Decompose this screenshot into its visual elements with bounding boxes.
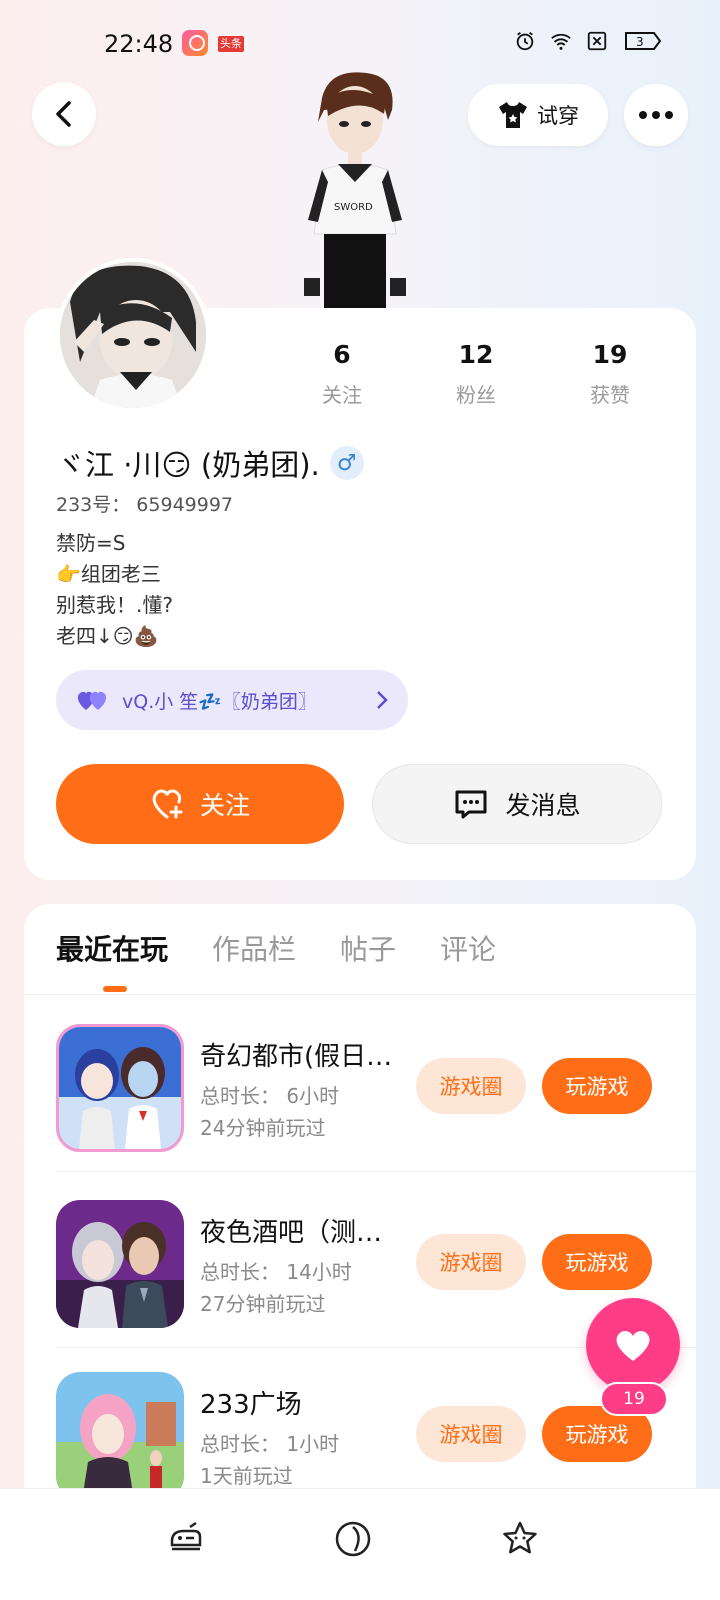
status-icons: 3	[514, 30, 662, 52]
double-heart-icon	[77, 691, 107, 710]
status-bar: 22:48 头条 3	[0, 0, 720, 80]
svg-text:SWORD: SWORD	[334, 202, 373, 213]
globe-icon[interactable]	[333, 1519, 373, 1559]
message-button[interactable]: 发消息	[372, 764, 662, 844]
user-id[interactable]: 233号： 65949997	[56, 490, 233, 517]
stat-likes-value: 19	[592, 340, 628, 369]
tshirt-icon	[499, 102, 527, 128]
sim-off-icon	[587, 31, 607, 51]
male-icon: ♂	[329, 446, 364, 480]
game-row[interactable]: 奇幻都市(假日… 总时长： 6小时 24分钟前玩过 游戏圈 玩游戏	[24, 996, 696, 1172]
stat-fans[interactable]: 12 粉丝	[426, 340, 526, 408]
divider	[24, 994, 696, 995]
stat-following-value: 6	[333, 340, 351, 369]
group-tag[interactable]: vQ.小 笙💤〖奶弟团〗	[56, 670, 408, 730]
more-button[interactable]	[624, 84, 688, 146]
group-tag-label: vQ.小 笙💤〖奶弟团〗	[122, 690, 317, 713]
news-app-icon: 头条	[218, 36, 244, 52]
chevron-right-icon	[377, 691, 388, 709]
stat-fans-label: 粉丝	[456, 383, 496, 407]
game-duration: 总时长： 14小时	[200, 1260, 352, 1284]
bio-line: 👉组团老三	[56, 562, 161, 586]
app-notification-icon	[182, 30, 208, 56]
bottom-nav	[0, 1488, 720, 1600]
game-circle-button[interactable]: 游戏圈	[416, 1234, 526, 1290]
play-game-button[interactable]: 玩游戏	[542, 1234, 652, 1290]
like-button[interactable]	[586, 1298, 680, 1392]
heart-icon	[616, 1330, 650, 1361]
try-on-label: 试穿	[537, 104, 579, 128]
game-icon[interactable]	[56, 1200, 184, 1328]
avatar[interactable]	[56, 258, 210, 412]
game-duration: 总时长： 6小时	[200, 1084, 340, 1108]
game-title: 233广场	[200, 1390, 302, 1420]
game-last-played: 27分钟前玩过	[200, 1292, 326, 1316]
game-last-played: 1天前玩过	[200, 1464, 293, 1488]
stat-likes[interactable]: 19 获赞	[560, 340, 660, 408]
like-count-badge: 19	[600, 1382, 668, 1416]
stat-likes-label: 获赞	[590, 383, 630, 407]
star-face-icon[interactable]	[500, 1519, 540, 1559]
game-title: 夜色酒吧（测…	[200, 1218, 383, 1248]
back-arrow-icon	[56, 101, 71, 127]
tab-indicator	[103, 986, 127, 992]
game-title: 奇幻都市(假日…	[200, 1042, 393, 1072]
follow-button[interactable]: 关注	[56, 764, 344, 844]
tab-bar: 最近在玩 作品栏 帖子 评论	[56, 928, 496, 968]
bio-line: 老四↓😏💩	[56, 624, 159, 648]
more-dots-icon	[639, 111, 673, 119]
heart-plus-icon	[152, 789, 183, 819]
tab-posts[interactable]: 帖子	[340, 928, 396, 968]
tab-recent[interactable]: 最近在玩	[56, 928, 168, 968]
wifi-icon	[551, 33, 571, 50]
game-last-played: 24分钟前玩过	[200, 1116, 326, 1140]
username: ヾ江 ·川😏 (奶弟团).	[56, 448, 320, 482]
game-circle-button[interactable]: 游戏圈	[416, 1406, 526, 1462]
back-button[interactable]	[32, 82, 96, 146]
game-icon[interactable]	[56, 1024, 184, 1152]
message-label: 发消息	[505, 791, 581, 820]
svg-text:3: 3	[636, 35, 644, 49]
alarm-icon	[516, 31, 534, 51]
game-circle-button[interactable]: 游戏圈	[416, 1058, 526, 1114]
stat-fans-value: 12	[458, 340, 494, 369]
username-row: ヾ江 ·川😏 (奶弟团). ♂	[56, 442, 364, 484]
stat-following[interactable]: 6 关注	[292, 340, 392, 408]
avatar-figure[interactable]: SWORD	[300, 70, 410, 308]
bio-line: 别惹我！.懂?	[56, 593, 173, 617]
party-icon[interactable]	[166, 1519, 206, 1559]
try-on-button[interactable]: 试穿	[468, 84, 608, 146]
play-game-button[interactable]: 玩游戏	[542, 1058, 652, 1114]
status-time: 22:48	[104, 30, 174, 58]
stat-following-label: 关注	[322, 383, 362, 407]
battery-icon: 3	[625, 32, 662, 50]
game-duration: 总时长： 1小时	[200, 1432, 340, 1456]
tab-comments[interactable]: 评论	[440, 928, 496, 968]
chat-bubble-icon	[455, 790, 487, 819]
bio-line: 禁防=S	[56, 531, 126, 555]
tab-works[interactable]: 作品栏	[212, 928, 296, 968]
bio: 禁防=S 👉组团老三 别惹我！.懂? 老四↓😏💩	[56, 528, 173, 652]
game-icon[interactable]	[56, 1372, 184, 1500]
follow-label: 关注	[199, 791, 250, 820]
